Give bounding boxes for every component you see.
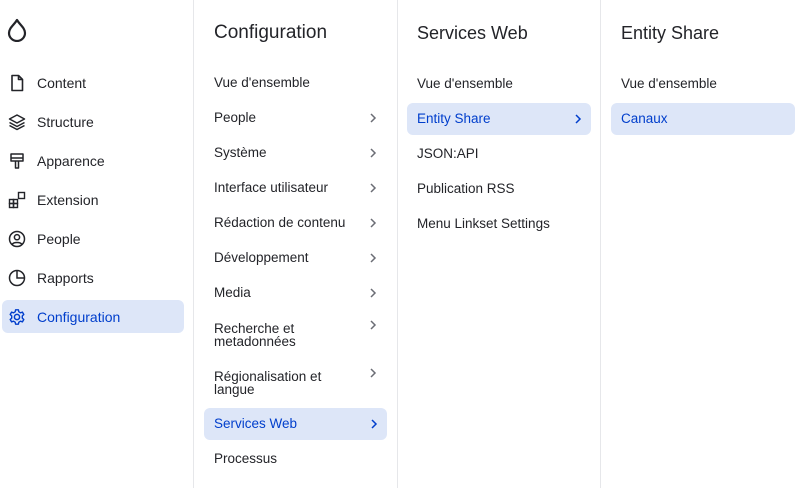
menu-item-entity-share[interactable]: Entity Share xyxy=(407,103,591,135)
menu-item-label: People xyxy=(214,110,257,125)
chevron-right-icon xyxy=(370,288,377,298)
menu-item-label: Entity Share xyxy=(417,111,491,126)
menu-item-processus[interactable]: Processus xyxy=(204,443,386,475)
sidebar-item-content[interactable]: Content xyxy=(2,66,184,99)
menu-item-label: Services Web xyxy=(214,416,298,431)
sidebar-item-people[interactable]: People xyxy=(2,222,184,255)
chevron-right-icon xyxy=(575,114,582,124)
menu-item-publication-rss[interactable]: Publication RSS xyxy=(407,173,591,205)
menu-item-regionalisation-langue[interactable]: Régionalisation et langue xyxy=(204,366,386,398)
sidebar-item-label: People xyxy=(37,231,81,247)
menu-item-label: JSON:API xyxy=(417,146,479,161)
sidebar-item-label: Apparence xyxy=(37,153,105,169)
menu-item-label: Recherche et metadonnées xyxy=(214,321,296,349)
menu-item-interface-utilisateur[interactable]: Interface utilisateur xyxy=(204,172,386,204)
menu-item-developpement[interactable]: Développement xyxy=(204,242,386,274)
chevron-right-icon xyxy=(370,218,377,228)
menu-item-vue-ensemble[interactable]: Vue d'ensemble xyxy=(204,67,386,99)
sidebar-item-rapports[interactable]: Rapports xyxy=(2,261,184,294)
sidebar-item-label: Structure xyxy=(37,114,94,130)
admin-sidebar: Content Structure Apparence Extension Pe… xyxy=(0,0,194,488)
gear-icon xyxy=(9,309,25,325)
pie-chart-icon xyxy=(8,269,26,287)
user-circle-icon xyxy=(8,230,26,248)
menu-column-services-web: Services Web Vue d'ensemble Entity Share… xyxy=(398,0,601,488)
menu-item-label: Vue d'ensemble xyxy=(621,76,717,91)
chevron-right-icon xyxy=(370,183,377,193)
chevron-right-icon xyxy=(370,113,377,123)
menu-item-services-web[interactable]: Services Web xyxy=(204,408,387,440)
sidebar-item-label: Rapports xyxy=(37,270,94,286)
sidebar-item-label: Extension xyxy=(37,192,99,208)
sidebar-item-structure[interactable]: Structure xyxy=(2,105,184,138)
menu-item-label: Vue d'ensemble xyxy=(417,76,513,91)
drupal-logo-icon[interactable] xyxy=(6,18,28,42)
menu-item-label: Canaux xyxy=(621,111,668,126)
menu-item-systeme[interactable]: Système xyxy=(204,137,386,169)
menu-column-entity-share: Entity Share Vue d'ensemble Canaux xyxy=(601,0,800,488)
menu-item-people[interactable]: People xyxy=(204,102,386,134)
menu-item-canaux[interactable]: Canaux xyxy=(611,103,795,135)
menu-item-label: Système xyxy=(214,145,267,160)
menu-item-label: Régionalisation et langue xyxy=(214,369,322,397)
chevron-right-icon xyxy=(370,320,377,330)
sidebar-item-apparence[interactable]: Apparence xyxy=(2,144,184,177)
puzzle-blocks-icon xyxy=(8,191,26,209)
chevron-right-icon xyxy=(370,253,377,263)
chevron-right-icon xyxy=(370,148,377,158)
menu-item-redaction-contenu[interactable]: Rédaction de contenu xyxy=(204,207,386,239)
menu-item-media[interactable]: Media xyxy=(204,277,386,309)
menu-item-json-api[interactable]: JSON:API xyxy=(407,138,591,170)
menu-item-label: Menu Linkset Settings xyxy=(417,216,550,231)
paint-brush-icon xyxy=(10,153,24,169)
menu-column-configuration: Configuration Vue d'ensemble People Syst… xyxy=(194,0,398,488)
menu-item-label: Vue d'ensemble xyxy=(214,75,310,90)
layers-icon xyxy=(8,114,26,131)
chevron-right-icon xyxy=(371,419,378,429)
menu-item-vue-ensemble[interactable]: Vue d'ensemble xyxy=(407,68,591,100)
menu-item-label: Media xyxy=(214,285,251,300)
menu-item-recherche-metadonnees[interactable]: Recherche et metadonnées xyxy=(204,318,386,350)
menu-item-label: Publication RSS xyxy=(417,181,515,196)
menu-item-label: Rédaction de contenu xyxy=(214,215,346,230)
chevron-right-icon xyxy=(370,368,377,378)
menu-item-label: Processus xyxy=(214,451,278,466)
sidebar-item-extension[interactable]: Extension xyxy=(2,183,184,216)
menu-item-vue-ensemble[interactable]: Vue d'ensemble xyxy=(611,68,795,100)
file-icon xyxy=(11,74,24,92)
column-title: Entity Share xyxy=(621,23,720,43)
sidebar-item-configuration[interactable]: Configuration xyxy=(2,300,184,333)
sidebar-item-label: Configuration xyxy=(37,309,121,325)
menu-item-menu-linkset-settings[interactable]: Menu Linkset Settings xyxy=(407,208,591,240)
column-title: Configuration xyxy=(214,22,328,43)
menu-item-label: Interface utilisateur xyxy=(214,180,329,195)
column-title: Services Web xyxy=(417,23,528,43)
sidebar-item-label: Content xyxy=(37,75,87,91)
menu-item-label: Développement xyxy=(214,250,309,265)
